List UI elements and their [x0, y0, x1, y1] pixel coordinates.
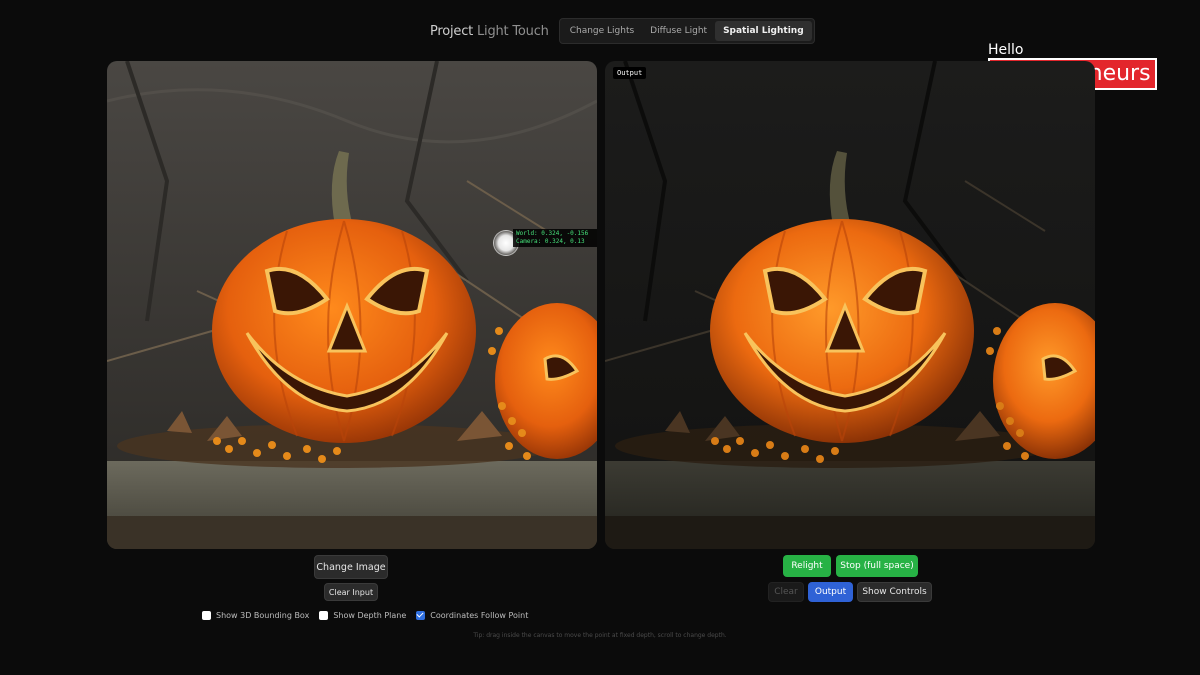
app-title-main: Project — [430, 23, 478, 39]
output-canvas: Output — [605, 61, 1095, 549]
camera-coordinates: Camera: 0.324, 0.13 — [516, 238, 585, 245]
checkbox-box[interactable] — [319, 611, 329, 620]
change-image-button[interactable]: Change Image — [314, 555, 388, 579]
display-options: Show 3D Bounding Box Show Depth Plane Co… — [202, 611, 528, 620]
tab-diffuse-light[interactable]: Diffuse Light — [642, 21, 715, 41]
checkbox-show-3d-bounding-box[interactable]: Show 3D Bounding Box — [202, 611, 309, 620]
checkbox-label: Show Depth Plane — [333, 611, 407, 620]
input-image — [107, 61, 597, 549]
checkbox-box[interactable] — [202, 611, 211, 620]
output-label: Output — [613, 67, 647, 79]
checkbox-box[interactable] — [416, 611, 426, 620]
world-coordinates: World: 0.324, -0.156 — [516, 230, 589, 237]
checkbox-coordinates-follow-point[interactable]: Coordinates Follow Point — [416, 611, 528, 620]
tab-change-lights[interactable]: Change Lights — [562, 21, 642, 41]
app-title-accent: Light Touch — [477, 23, 549, 39]
clear-output-button[interactable]: Clear — [768, 582, 804, 602]
relight-button[interactable]: Relight — [783, 555, 831, 577]
show-controls-button[interactable]: Show Controls — [857, 582, 932, 602]
checkbox-label: Coordinates Follow Point — [430, 611, 529, 620]
mode-tabs: Change Lights Diffuse Light Spatial Ligh… — [558, 18, 815, 44]
usage-tip: Tip: drag inside the canvas to move the … — [473, 632, 727, 639]
output-view-button[interactable]: Output — [808, 582, 853, 602]
tab-spatial-lighting[interactable]: Spatial Lighting — [715, 21, 812, 41]
coordinates-readout: World: 0.324, -0.156 Camera: 0.324, 0.13 — [513, 229, 597, 247]
clear-input-button[interactable]: Clear Input — [324, 583, 378, 601]
checkbox-label: Show 3D Bounding Box — [216, 611, 310, 620]
output-image — [605, 61, 1095, 549]
logo-hello: Hello — [988, 42, 1024, 58]
app-title: Project Light Touch — [430, 24, 549, 39]
checkbox-show-depth-plane[interactable]: Show Depth Plane — [319, 611, 406, 620]
input-canvas[interactable]: World: 0.324, -0.156 Camera: 0.324, 0.13 — [107, 61, 597, 549]
stop-full-space-button[interactable]: Stop (full space) — [836, 555, 918, 577]
app-header: Project Light Touch Change Lights Diffus… — [430, 18, 815, 44]
